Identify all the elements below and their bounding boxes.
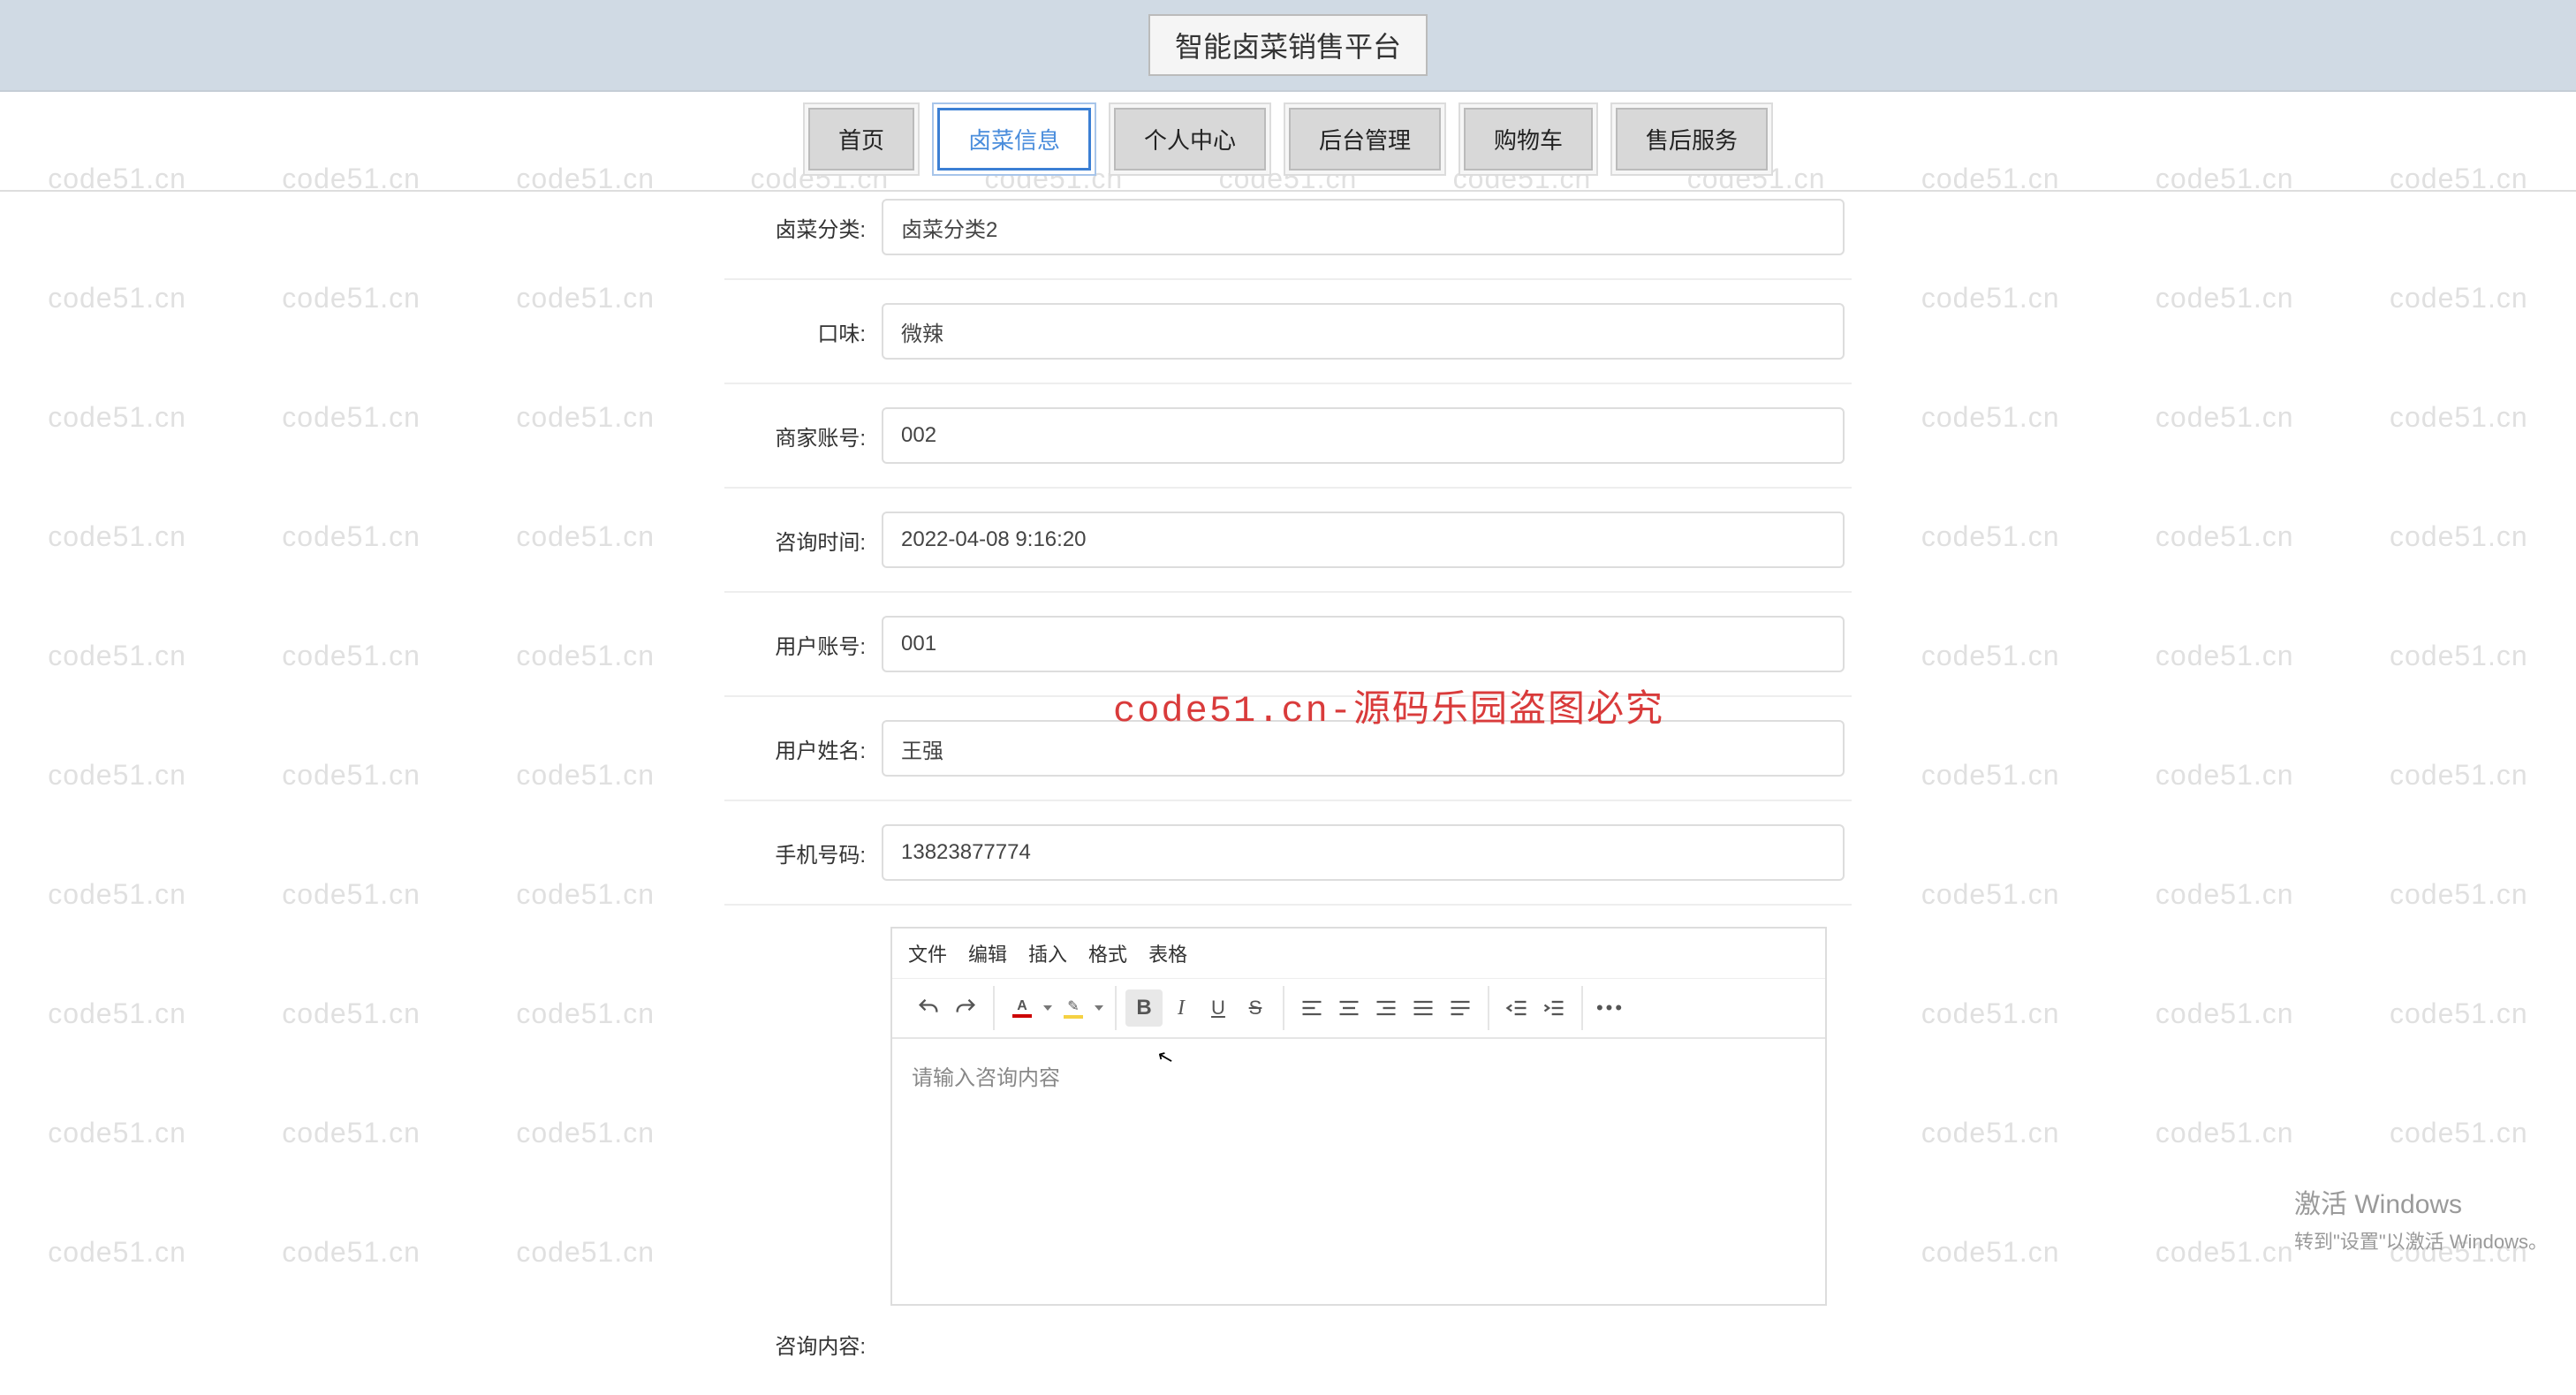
align-left-icon[interactable] — [1293, 989, 1330, 1027]
win-line1: 激活 Windows — [2294, 1182, 2548, 1221]
win-line2: 转到"设置"以激活 Windows。 — [2294, 1226, 2548, 1255]
undo-icon[interactable] — [910, 989, 947, 1027]
input-taste[interactable] — [882, 303, 1845, 360]
italic-icon[interactable]: I — [1163, 989, 1200, 1027]
label-content: 咨询内容: — [731, 1329, 882, 1360]
input-category[interactable] — [882, 199, 1845, 255]
editor-menubar: 文件 编辑 插入 格式 表格 — [892, 929, 1825, 979]
label-time: 咨询时间: — [731, 525, 882, 556]
nav-personal[interactable]: 个人中心 — [1114, 108, 1266, 171]
editor-toolbar: A ✎ B I U S ••• — [892, 979, 1825, 1039]
redo-icon[interactable] — [947, 989, 984, 1027]
nav-cart[interactable]: 购物车 — [1464, 108, 1593, 171]
outdent-icon[interactable] — [1498, 989, 1535, 1027]
menu-format[interactable]: 格式 — [1088, 939, 1127, 967]
menu-table[interactable]: 表格 — [1148, 939, 1187, 967]
rich-editor: 文件 编辑 插入 格式 表格 A ✎ B I U S — [890, 927, 1827, 1306]
input-username[interactable] — [882, 720, 1845, 777]
nav-bar: 首页 卤菜信息 个人中心 后台管理 购物车 售后服务 — [0, 92, 2576, 192]
nav-admin[interactable]: 后台管理 — [1289, 108, 1441, 171]
underline-icon[interactable]: U — [1200, 989, 1237, 1027]
label-username: 用户姓名: — [731, 733, 882, 764]
align-justify-icon[interactable] — [1405, 989, 1442, 1027]
label-category: 卤菜分类: — [731, 212, 882, 243]
highlight-dropdown[interactable] — [1092, 1005, 1106, 1011]
menu-edit[interactable]: 编辑 — [968, 939, 1007, 967]
nav-service[interactable]: 售后服务 — [1616, 108, 1768, 171]
align-right-icon[interactable] — [1368, 989, 1405, 1027]
nav-info[interactable]: 卤菜信息 — [937, 108, 1091, 171]
text-color-dropdown[interactable] — [1041, 1005, 1055, 1011]
highlight-icon[interactable]: ✎ — [1055, 989, 1092, 1027]
text-color-icon[interactable]: A — [1004, 989, 1041, 1027]
input-user[interactable] — [882, 616, 1845, 672]
align-distribute-icon[interactable] — [1442, 989, 1479, 1027]
nav-home[interactable]: 首页 — [808, 108, 914, 171]
input-phone[interactable] — [882, 824, 1845, 881]
more-icon[interactable]: ••• — [1592, 989, 1629, 1027]
menu-file[interactable]: 文件 — [908, 939, 947, 967]
indent-icon[interactable] — [1535, 989, 1572, 1027]
align-center-icon[interactable] — [1330, 989, 1368, 1027]
editor-content[interactable]: 请输入咨询内容 ↖ — [892, 1039, 1825, 1304]
label-merchant: 商家账号: — [731, 421, 882, 451]
label-phone: 手机号码: — [731, 838, 882, 868]
input-merchant[interactable] — [882, 407, 1845, 464]
strikethrough-icon[interactable]: S — [1237, 989, 1274, 1027]
header-bar: 智能卤菜销售平台 — [0, 0, 2576, 92]
bold-icon[interactable]: B — [1125, 989, 1163, 1027]
form-panel: 卤菜分类: 口味: 商家账号: 咨询时间: 用户账号: 用户姓名: 手机号码: … — [705, 192, 1871, 1395]
page-title: 智能卤菜销售平台 — [1148, 14, 1428, 76]
input-time[interactable] — [882, 512, 1845, 568]
windows-activation-notice: 激活 Windows 转到"设置"以激活 Windows。 — [2294, 1182, 2548, 1255]
label-user: 用户账号: — [731, 629, 882, 660]
cursor-icon: ↖ — [1155, 1044, 1177, 1071]
editor-placeholder: 请输入咨询内容 — [912, 1066, 1060, 1090]
menu-insert[interactable]: 插入 — [1028, 939, 1067, 967]
label-taste: 口味: — [731, 316, 882, 347]
